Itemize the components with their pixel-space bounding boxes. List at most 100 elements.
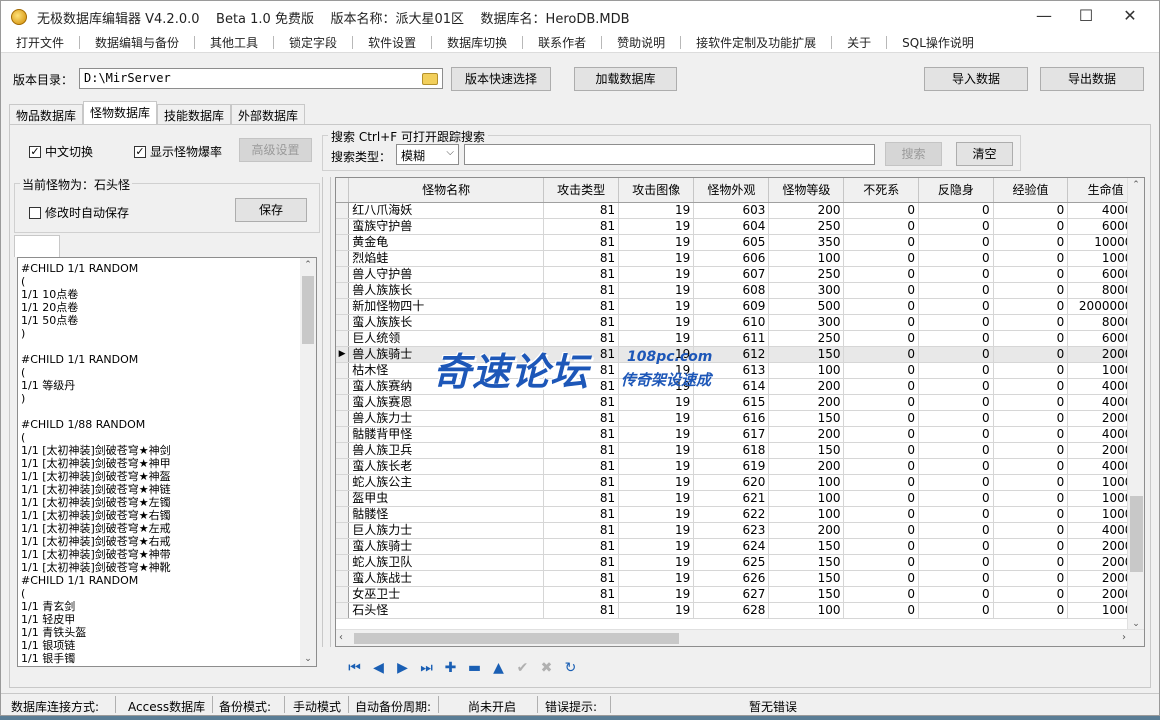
- table-cell[interactable]: 0: [918, 362, 994, 379]
- table-cell[interactable]: 100: [768, 506, 845, 523]
- table-cell[interactable]: 0: [993, 314, 1069, 331]
- table-cell[interactable]: 81: [543, 570, 620, 587]
- table-cell[interactable]: 603: [693, 202, 770, 219]
- table-cell[interactable]: 0: [993, 522, 1069, 539]
- table-row[interactable]: 蛇人族公主 81 19 620 100 0 0 0 10000: [336, 474, 1144, 491]
- table-cell[interactable]: 0: [918, 586, 994, 603]
- scroll-up-icon[interactable]: ⌃: [300, 260, 316, 270]
- table-cell[interactable]: 0: [918, 522, 994, 539]
- table-cell[interactable]: 0: [918, 282, 994, 299]
- table-cell[interactable]: 蛮人族长老: [348, 458, 545, 475]
- edit-icon[interactable]: ▲: [490, 660, 507, 676]
- table-cell[interactable]: 兽人族力士: [348, 410, 545, 427]
- table-cell[interactable]: 0: [993, 330, 1069, 347]
- scroll-down-icon[interactable]: ⌄: [1128, 619, 1144, 629]
- table-cell[interactable]: 100: [768, 602, 845, 619]
- table-cell[interactable]: 81: [543, 442, 620, 459]
- table-cell[interactable]: 0: [918, 250, 994, 267]
- table-row[interactable]: 石头怪 81 19 628 100 0 0 0 10000: [336, 602, 1144, 619]
- table-cell[interactable]: 巨人族力士: [348, 522, 545, 539]
- table-row[interactable]: 骷髅怪 81 19 622 100 0 0 0 10000: [336, 506, 1144, 523]
- table-cell[interactable]: 0: [993, 266, 1069, 283]
- table-cell[interactable]: 0: [843, 234, 920, 251]
- memo-scrollbar[interactable]: ⌃ ⌄: [300, 258, 316, 666]
- table-cell[interactable]: 0: [843, 410, 920, 427]
- row-indicator[interactable]: [336, 458, 350, 475]
- table-cell[interactable]: 枯木怪: [348, 362, 545, 379]
- table-cell[interactable]: 0: [993, 602, 1069, 619]
- scroll-left-icon[interactable]: ‹: [339, 632, 343, 643]
- table-cell[interactable]: 605: [693, 234, 770, 251]
- table-cell[interactable]: 0: [843, 314, 920, 331]
- save-button[interactable]: 保存: [235, 198, 307, 222]
- table-cell[interactable]: 蛇人族卫队: [348, 554, 545, 571]
- table-cell[interactable]: 0: [993, 282, 1069, 299]
- row-indicator[interactable]: [336, 410, 350, 427]
- table-cell[interactable]: 200: [768, 522, 845, 539]
- table-cell[interactable]: 0: [843, 378, 920, 395]
- table-cell[interactable]: 200: [768, 378, 845, 395]
- autosave-checkbox[interactable]: 修改时自动保存: [29, 204, 129, 221]
- table-cell[interactable]: 300: [768, 282, 845, 299]
- table-cell[interactable]: 骷髅怪: [348, 506, 545, 523]
- table-cell[interactable]: 81: [543, 458, 620, 475]
- table-cell[interactable]: 19: [618, 426, 695, 443]
- menu-open-file[interactable]: 打开文件: [16, 34, 64, 51]
- table-cell[interactable]: 0: [993, 570, 1069, 587]
- table-cell[interactable]: 606: [693, 250, 770, 267]
- table-cell[interactable]: 19: [618, 490, 695, 507]
- search-type-select[interactable]: 模糊 ⌵: [396, 144, 459, 165]
- table-cell[interactable]: 0: [843, 506, 920, 523]
- table-cell[interactable]: 610: [693, 314, 770, 331]
- close-button[interactable]: ✕: [1107, 1, 1153, 32]
- table-cell[interactable]: 0: [918, 602, 994, 619]
- table-cell[interactable]: 19: [618, 570, 695, 587]
- table-cell[interactable]: 19: [618, 538, 695, 555]
- table-cell[interactable]: 614: [693, 378, 770, 395]
- table-cell[interactable]: 81: [543, 602, 620, 619]
- row-indicator[interactable]: [336, 554, 350, 571]
- table-cell[interactable]: 0: [918, 458, 994, 475]
- search-input[interactable]: [464, 144, 875, 165]
- table-cell[interactable]: 0: [918, 410, 994, 427]
- table-cell[interactable]: 19: [618, 234, 695, 251]
- chinese-switch-checkbox[interactable]: ✓ 中文切换: [29, 143, 93, 160]
- table-row[interactable]: 红八爪海妖 81 19 603 200 0 0 0 40000: [336, 202, 1144, 219]
- table-cell[interactable]: 黄金龟: [348, 234, 545, 251]
- table-cell[interactable]: 81: [543, 394, 620, 411]
- table-cell[interactable]: 0: [843, 266, 920, 283]
- table-cell[interactable]: 604: [693, 218, 770, 235]
- tab-skills-db[interactable]: 技能数据库: [157, 104, 232, 125]
- table-cell[interactable]: 0: [918, 378, 994, 395]
- quick-select-button[interactable]: 版本快速选择: [451, 67, 551, 91]
- table-row[interactable]: 黄金龟 81 19 605 350 0 0 0 100000: [336, 234, 1144, 251]
- insert-icon[interactable]: ✚: [442, 660, 459, 676]
- table-cell[interactable]: 19: [618, 586, 695, 603]
- table-cell[interactable]: 200: [768, 394, 845, 411]
- row-indicator[interactable]: [336, 474, 350, 491]
- table-cell[interactable]: 女巫卫士: [348, 586, 545, 603]
- table-row[interactable]: 巨人统领 81 19 611 250 0 0 0 60000: [336, 330, 1144, 347]
- table-cell[interactable]: 0: [993, 346, 1069, 363]
- table-cell[interactable]: 0: [843, 298, 920, 315]
- table-cell[interactable]: 615: [693, 394, 770, 411]
- table-cell[interactable]: 0: [843, 426, 920, 443]
- table-cell[interactable]: 200: [768, 426, 845, 443]
- row-indicator[interactable]: [336, 314, 350, 331]
- monster-grid[interactable]: 怪物名称 攻击类型 攻击图像 怪物外观 怪物等级 不死系 反隐身 经验值 生命值…: [335, 177, 1145, 647]
- table-cell[interactable]: 81: [543, 202, 620, 219]
- row-indicator[interactable]: [336, 506, 350, 523]
- table-cell[interactable]: 蛮族守护兽: [348, 218, 545, 235]
- table-cell[interactable]: 兽人族骑士: [348, 346, 545, 363]
- table-cell[interactable]: 250: [768, 266, 845, 283]
- table-cell[interactable]: 619: [693, 458, 770, 475]
- table-cell[interactable]: 0: [843, 554, 920, 571]
- table-cell[interactable]: 0: [918, 314, 994, 331]
- table-cell[interactable]: 0: [918, 202, 994, 219]
- menu-other-tools[interactable]: 其他工具: [210, 34, 258, 51]
- menu-sql-help[interactable]: SQL操作说明: [902, 34, 974, 51]
- table-row[interactable]: 兽人族力士 81 19 616 150 0 0 0 20000: [336, 410, 1144, 427]
- table-cell[interactable]: 0: [993, 218, 1069, 235]
- table-cell[interactable]: 19: [618, 298, 695, 315]
- table-cell[interactable]: 250: [768, 218, 845, 235]
